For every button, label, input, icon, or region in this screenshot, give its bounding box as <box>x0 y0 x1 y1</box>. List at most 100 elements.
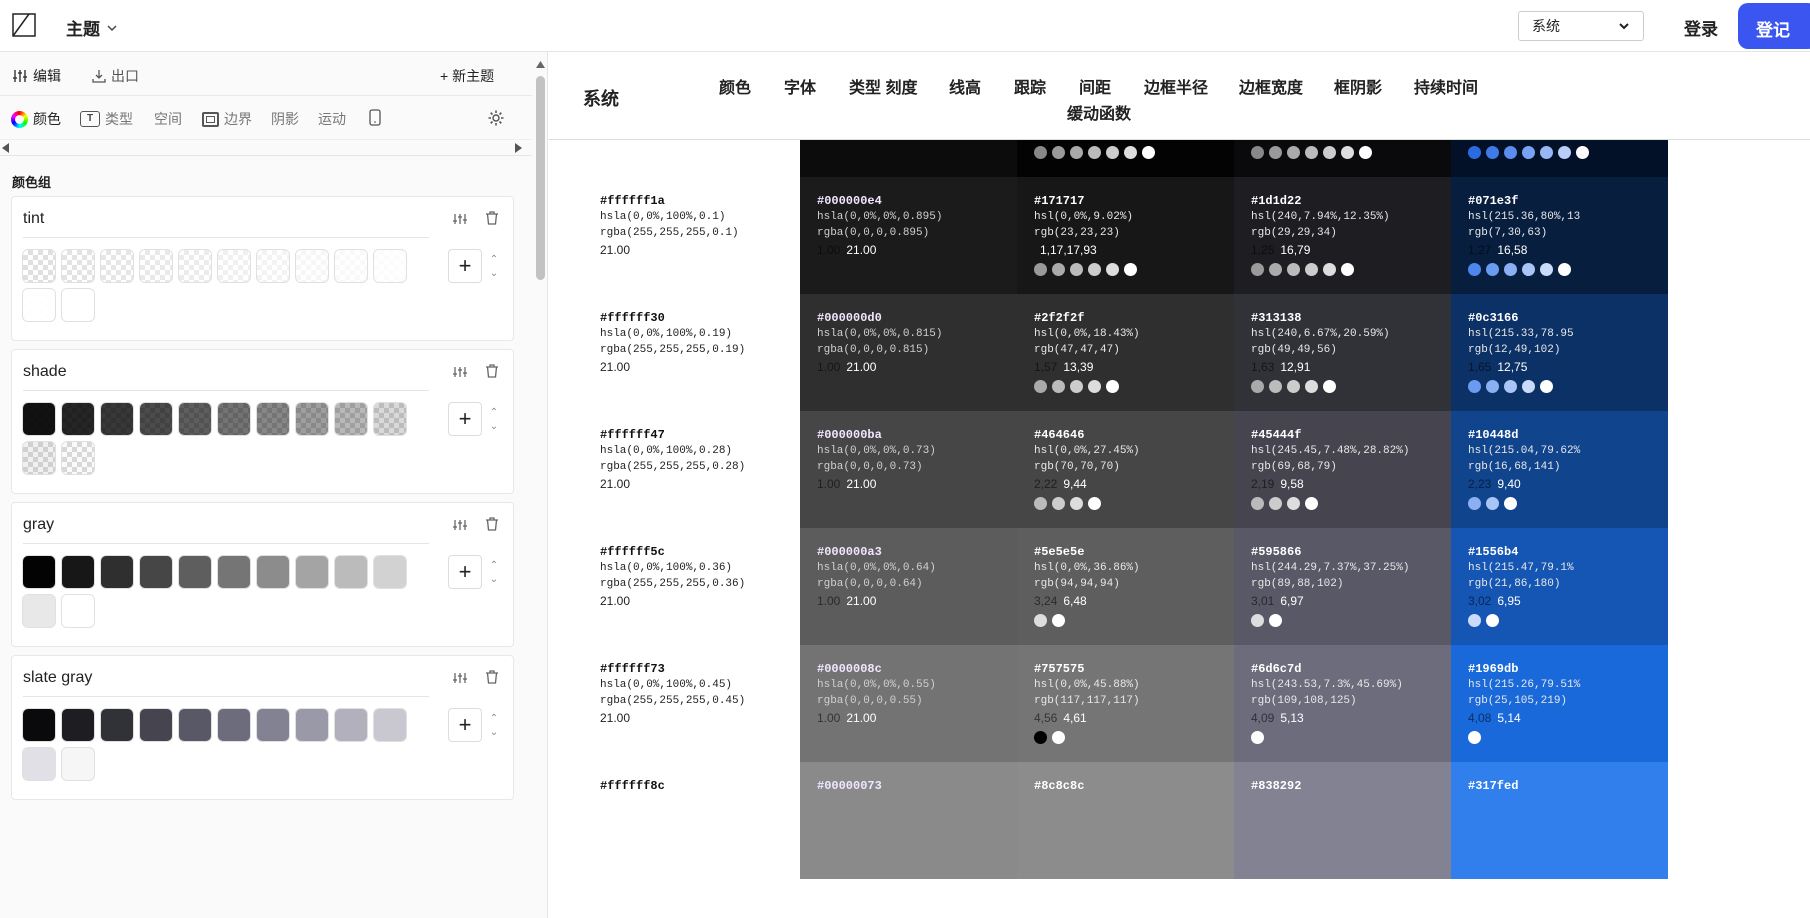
slate-color-cell[interactable]: #45444f hsl(245.45,7.48%,28.82%) rgb(69,68… <box>1234 411 1451 528</box>
nav-border-width[interactable]: 边框宽度 <box>1239 74 1303 98</box>
color-swatch[interactable] <box>22 441 56 475</box>
blue-color-cell[interactable]: #10448d hsl(215.04,79.62% rgb(16,68,141) 2,… <box>1451 411 1668 528</box>
color-swatch[interactable] <box>61 441 95 475</box>
theme-menu[interactable]: 主题 <box>66 15 118 40</box>
color-swatch[interactable] <box>256 402 290 436</box>
panel-vertical-scrollbar[interactable] <box>533 52 547 918</box>
reorder-arrows[interactable]: ⌃ ⌄ <box>487 712 501 742</box>
tabs-horizontal-scrollbar[interactable] <box>0 140 532 156</box>
tab-border[interactable]: 边界 <box>202 109 252 129</box>
nav-type-scale[interactable]: 类型 刻度 <box>849 74 917 98</box>
nav-spacing[interactable]: 间距 <box>1079 74 1111 98</box>
scroll-right-icon[interactable] <box>514 143 522 153</box>
gray-color-cell[interactable]: #2f2f2f hsl(0,0%,18.43%) rgb(47,47,47) 1,57… <box>1017 294 1234 411</box>
trash-icon[interactable] <box>484 363 500 379</box>
color-swatch[interactable] <box>334 402 368 436</box>
color-swatch[interactable] <box>139 708 173 742</box>
slate-color-cell[interactable]: #313138 hsl(240,6.67%,20.59%) rgb(49,49,56… <box>1234 294 1451 411</box>
color-swatch[interactable] <box>373 555 407 589</box>
color-swatch[interactable] <box>139 402 173 436</box>
color-swatch[interactable] <box>22 594 56 628</box>
color-swatch[interactable] <box>100 249 134 283</box>
settings-button[interactable] <box>487 109 505 127</box>
color-swatch[interactable] <box>61 747 95 781</box>
color-swatch[interactable] <box>373 708 407 742</box>
tint-color-cell[interactable]: #ffffff47 hsla(0,0%,100%,0.28) rgba(255,25… <box>583 411 800 528</box>
tab-color[interactable]: 颜色 <box>11 109 61 129</box>
tint-color-cell[interactable]: #ffffff5c hsla(0,0%,100%,0.36) rgba(255,25… <box>583 528 800 645</box>
color-swatch[interactable] <box>295 249 329 283</box>
color-swatch[interactable] <box>256 249 290 283</box>
gray-color-cell[interactable]: #464646 hsl(0,0%,27.45%) rgb(70,70,70) 2,22… <box>1017 411 1234 528</box>
color-swatch[interactable] <box>22 249 56 283</box>
color-swatch[interactable] <box>100 402 134 436</box>
shade-color-cell[interactable]: #000000e4 hsla(0,0%,0%,0.895) rgba(0,0,0,0… <box>800 177 1017 294</box>
move-up-icon[interactable]: ⌃ <box>487 253 501 267</box>
color-swatch[interactable] <box>178 402 212 436</box>
color-swatch[interactable] <box>373 249 407 283</box>
color-group-name[interactable]: tint <box>23 210 429 238</box>
color-swatch[interactable] <box>22 708 56 742</box>
tint-color-cell[interactable]: #ffffff30 hsla(0,0%,100%,0.19) rgba(255,25… <box>583 294 800 411</box>
tint-color-cell[interactable]: #ffffff8c <box>583 762 800 879</box>
add-swatch-button[interactable]: + <box>448 708 482 742</box>
color-swatch[interactable] <box>217 708 251 742</box>
move-down-icon[interactable]: ⌄ <box>487 420 501 434</box>
color-swatch[interactable] <box>334 708 368 742</box>
gray-color-cell[interactable]: #8c8c8c <box>1017 762 1234 879</box>
color-swatch[interactable] <box>295 708 329 742</box>
tab-device[interactable] <box>369 109 381 126</box>
color-swatch[interactable] <box>295 555 329 589</box>
color-swatch[interactable] <box>61 594 95 628</box>
color-swatch[interactable] <box>217 555 251 589</box>
reorder-arrows[interactable]: ⌃ ⌄ <box>487 406 501 436</box>
scroll-up-icon[interactable] <box>536 61 545 68</box>
nav-border-radius[interactable]: 边框半径 <box>1144 74 1208 98</box>
color-swatch[interactable] <box>61 249 95 283</box>
shade-color-cell[interactable]: #000000ba hsla(0,0%,0%,0.73) rgba(0,0,0,0.… <box>800 411 1017 528</box>
move-down-icon[interactable]: ⌄ <box>487 573 501 587</box>
shade-color-cell[interactable]: #0000008c hsla(0,0%,0%,0.55) rgba(0,0,0,0.… <box>800 645 1017 762</box>
shade-color-cell[interactable]: #000000d0 hsla(0,0%,0%,0.815) rgba(0,0,0,0… <box>800 294 1017 411</box>
color-swatch[interactable] <box>256 708 290 742</box>
color-swatch[interactable] <box>139 555 173 589</box>
tab-space[interactable]: 空间 <box>154 109 182 129</box>
color-swatch[interactable] <box>217 249 251 283</box>
nav-easing[interactable]: 缓动函数 <box>1067 100 1131 124</box>
color-swatch[interactable] <box>22 402 56 436</box>
reorder-arrows[interactable]: ⌃ ⌄ <box>487 559 501 589</box>
move-up-icon[interactable]: ⌃ <box>487 712 501 726</box>
color-swatch[interactable] <box>373 402 407 436</box>
gray-color-cell[interactable]: #171717 hsl(0,0%,9.02%) rgb(23,23,23) 1,17,… <box>1017 177 1234 294</box>
tint-color-cell[interactable]: #ffffff73 hsla(0,0%,100%,0.45) rgba(255,25… <box>583 645 800 762</box>
shade-color-cell[interactable]: #000000a3 hsla(0,0%,0%,0.64) rgba(0,0,0,0.… <box>800 528 1017 645</box>
color-swatch[interactable] <box>100 555 134 589</box>
color-swatch[interactable] <box>178 708 212 742</box>
move-down-icon[interactable]: ⌄ <box>487 726 501 740</box>
color-group-name[interactable]: shade <box>23 363 429 391</box>
color-swatch[interactable] <box>61 708 95 742</box>
color-swatch[interactable] <box>295 402 329 436</box>
nav-fonts[interactable]: 字体 <box>784 74 816 98</box>
add-swatch-button[interactable]: + <box>448 249 482 283</box>
tab-motion[interactable]: 运动 <box>318 109 346 129</box>
color-swatch[interactable] <box>178 555 212 589</box>
gray-color-cell[interactable]: #5e5e5e hsl(0,0%,36.86%) rgb(94,94,94) 3,24… <box>1017 528 1234 645</box>
color-swatch[interactable] <box>61 288 95 322</box>
trash-icon[interactable] <box>484 669 500 685</box>
move-down-icon[interactable]: ⌄ <box>487 267 501 281</box>
adjust-icon[interactable] <box>452 670 468 686</box>
tint-color-cell[interactable]: #ffffff1a hsla(0,0%,100%,0.1) rgba(255,255… <box>583 177 800 294</box>
color-swatch[interactable] <box>100 708 134 742</box>
scroll-left-icon[interactable] <box>2 143 10 153</box>
system-select[interactable]: 系统 <box>1518 11 1644 41</box>
nav-tracking[interactable]: 跟踪 <box>1014 74 1046 98</box>
adjust-icon[interactable] <box>452 211 468 227</box>
add-swatch-button[interactable]: + <box>448 555 482 589</box>
color-swatch[interactable] <box>22 555 56 589</box>
scrollbar-thumb[interactable] <box>536 76 545 280</box>
color-swatch[interactable] <box>178 249 212 283</box>
color-swatch[interactable] <box>22 288 56 322</box>
nav-colors[interactable]: 颜色 <box>719 74 751 98</box>
blue-color-cell[interactable]: #071e3f hsl(215.36,80%,13 rgb(7,30,63) 1,27… <box>1451 177 1668 294</box>
